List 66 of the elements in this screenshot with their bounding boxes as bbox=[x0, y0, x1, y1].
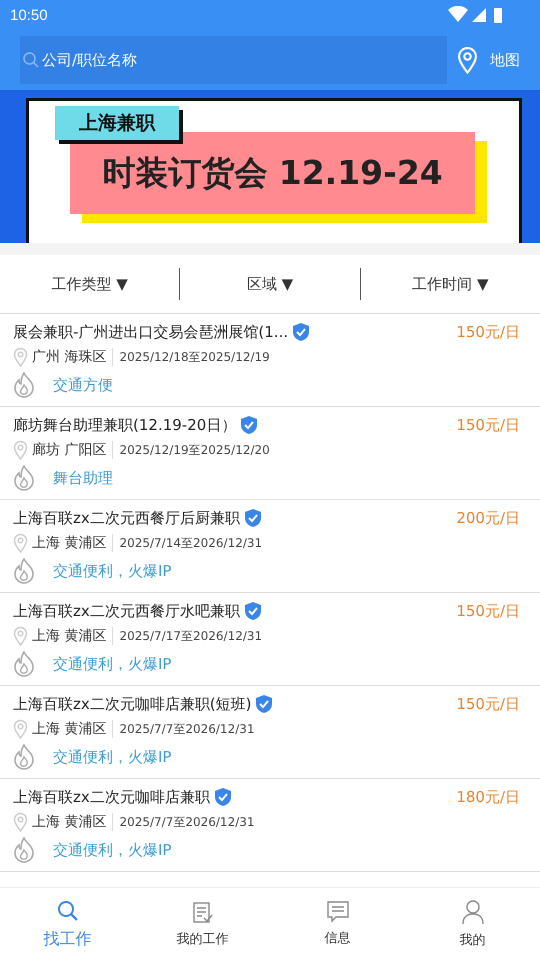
location-pin-icon bbox=[13, 533, 28, 553]
job-pay: 150元/日 bbox=[456, 416, 520, 434]
nav-tab[interactable]: 找工作 bbox=[0, 888, 135, 960]
job-title: 上海百联zx二次元西餐厅水吧兼职 bbox=[13, 602, 240, 620]
job-location: 上海 黄浦区 bbox=[32, 534, 114, 552]
job-dates: 2025/12/18至2025/12/19 bbox=[118, 348, 270, 366]
job-dates: 2025/7/7至2026/12/31 bbox=[118, 814, 255, 830]
nav-tab[interactable]: 我的工作 bbox=[135, 888, 270, 960]
map-pin-icon bbox=[457, 46, 478, 74]
flame-icon bbox=[13, 837, 35, 863]
job-row[interactable]: 上海百联zx二次元西餐厅后厨兼职 200元/日 上海 黄浦区 2025/7/14至2026/12/31 交通便利，火爆IP bbox=[0, 500, 540, 593]
status-icons bbox=[448, 6, 504, 24]
flame-icon bbox=[13, 465, 35, 491]
job-pay: 150元/日 bbox=[456, 694, 520, 714]
job-pay: 150元/日 bbox=[456, 602, 520, 620]
location-pin-icon bbox=[13, 626, 28, 646]
location-pin-icon bbox=[13, 812, 28, 832]
message-icon bbox=[326, 901, 348, 923]
location-pin-icon bbox=[13, 347, 28, 367]
filter-dropdown[interactable]: 区域 ▼ bbox=[179, 268, 360, 300]
job-row[interactable]: 上海百联zx二次元咖啡店兼职(短班) 150元/日 上海 黄浦区 2025/7/7至2026/12/31 交通便利，火爆IP bbox=[0, 686, 540, 779]
job-tags: 交通便利，火爆IP bbox=[53, 562, 172, 580]
job-pay: 180元/日 bbox=[456, 788, 520, 806]
job-title: 上海百联zx二次元咖啡店兼职 bbox=[13, 788, 210, 806]
search-field[interactable]: 公司/职位名称 bbox=[20, 36, 447, 84]
job-location: 上海 黄浦区 bbox=[32, 720, 114, 738]
promo-banner[interactable]: 上海兼职 时装订货会 12.19-24 bbox=[0, 90, 540, 243]
job-dates: 2025/7/14至2026/12/31 bbox=[118, 534, 262, 552]
person-icon bbox=[462, 899, 484, 925]
job-dates: 2025/7/7至2026/12/31 bbox=[118, 720, 255, 738]
location-pin-icon bbox=[13, 440, 28, 460]
job-title: 上海百联zx二次元西餐厅后厨兼职 bbox=[13, 508, 240, 528]
job-tags: 舞台助理 bbox=[53, 468, 113, 488]
job-dates: 2025/12/19至2025/12/20 bbox=[118, 442, 270, 458]
job-location: 上海 黄浦区 bbox=[32, 813, 114, 831]
job-dates: 2025/7/17至2026/12/31 bbox=[118, 628, 262, 644]
flame-icon bbox=[13, 372, 35, 398]
job-pay: 200元/日 bbox=[456, 508, 520, 528]
status-time: 10:50 bbox=[10, 6, 48, 24]
job-tags: 交通便利，火爆IP bbox=[53, 748, 172, 766]
location-pin-icon bbox=[13, 719, 28, 739]
flame-icon bbox=[13, 651, 35, 677]
banner-headline: 时装订货会 12.19-24 bbox=[70, 132, 475, 214]
nav-tab[interactable]: 信息 bbox=[270, 888, 405, 960]
job-tags: 交通便利，火爆IP bbox=[53, 840, 172, 860]
job-tags: 交通便利，火爆IP bbox=[53, 654, 172, 674]
banner-tag: 上海兼职 bbox=[55, 106, 179, 140]
job-pay: 150元/日 bbox=[456, 322, 520, 342]
flame-icon bbox=[13, 558, 35, 584]
job-title: 廊坊舞台助理兼职(12.19-20日） bbox=[13, 416, 236, 434]
nav-tab[interactable]: 我的 bbox=[405, 888, 540, 960]
job-title: 展会兼职-广州进出口交易会琶洲展馆(1... bbox=[13, 322, 288, 342]
job-row[interactable]: 上海百联zx二次元西餐厅水吧兼职 150元/日 上海 黄浦区 2025/7/17至2026/12/31 交通便利，火爆IP bbox=[0, 593, 540, 686]
job-row[interactable]: 展会兼职-广州进出口交易会琶洲展馆(1... 150元/日 广州 海珠区 2025/12/18至2025/12/19 交通方便 bbox=[0, 314, 540, 407]
job-row[interactable]: 廊坊舞台助理兼职(12.19-20日） 150元/日 廊坊 广阳区 2025/12/19至2025/12/20 舞台助理 bbox=[0, 407, 540, 500]
job-tags: 交通方便 bbox=[53, 376, 113, 394]
job-location: 廊坊 广阳区 bbox=[32, 441, 114, 459]
filter-dropdown[interactable]: 工作时间 ▼ bbox=[360, 268, 540, 300]
flame-icon bbox=[13, 744, 35, 770]
job-location: 广州 海珠区 bbox=[32, 348, 114, 366]
job-row[interactable]: 上海百联zx二次元咖啡店兼职 180元/日 上海 黄浦区 2025/7/7至2026/12/31 交通便利，火爆IP bbox=[0, 779, 540, 872]
job-location: 上海 黄浦区 bbox=[32, 627, 114, 645]
clipboard-icon bbox=[192, 900, 214, 924]
filter-dropdown[interactable]: 工作类型 ▼ bbox=[0, 268, 180, 300]
search-icon bbox=[56, 898, 80, 922]
job-title: 上海百联zx二次元咖啡店兼职(短班) bbox=[13, 694, 252, 714]
